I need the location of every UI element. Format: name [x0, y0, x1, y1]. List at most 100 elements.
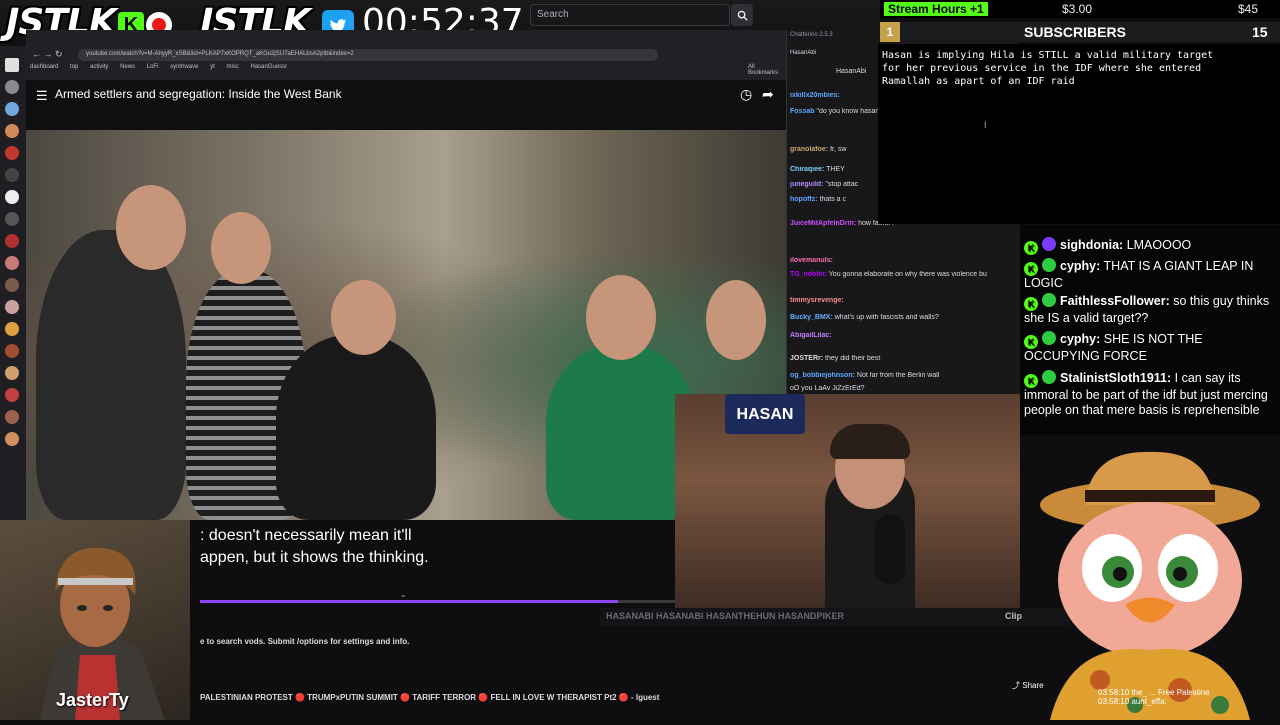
- chat-username[interactable]: FaithlessFollower:: [1060, 294, 1170, 308]
- chatterino-message: JOSTERr: they did their best: [790, 355, 1018, 362]
- bookmark-item[interactable]: LoFi: [147, 64, 159, 70]
- channel-avatar[interactable]: [5, 168, 19, 182]
- video-figure: [276, 335, 436, 520]
- kick-badge-icon: K: [1024, 241, 1038, 255]
- video-player[interactable]: [26, 130, 786, 520]
- chatterino-username[interactable]: hopoffz:: [790, 196, 818, 203]
- chatterino-username[interactable]: TG_ndolin:: [790, 271, 827, 278]
- subs-rank: 1: [880, 22, 900, 42]
- chatterino-text: You gonna elaborate on why there was vio…: [828, 271, 987, 278]
- channel-avatar[interactable]: [5, 432, 19, 446]
- chatterino-username[interactable]: ilovemanuls:: [790, 257, 833, 264]
- kick-badge-icon: K: [1024, 374, 1038, 388]
- playlist-icon[interactable]: ☰: [36, 88, 48, 104]
- bookmark-item[interactable]: misc: [226, 64, 238, 70]
- bottom-right-chat: 03:58:10 the_ ... Free Palestine 03:58:1…: [1098, 688, 1278, 706]
- channel-avatar[interactable]: [5, 344, 19, 358]
- bookmark-item[interactable]: dashboard: [30, 64, 58, 70]
- bookmark-item[interactable]: HasanGuessr: [250, 64, 287, 70]
- channel-avatar[interactable]: [5, 410, 19, 424]
- role-badge-icon: [1042, 258, 1056, 272]
- video-caption: : doesn't necessarily mean it'll appen, …: [200, 525, 429, 569]
- bookmark-item[interactable]: synthwave: [170, 64, 198, 70]
- channel-avatar[interactable]: [5, 102, 19, 116]
- avatar-name: JasterTy: [56, 690, 129, 710]
- chatterino-tab[interactable]: HasanAbi: [790, 50, 816, 56]
- caption-line: : doesn't necessarily mean it'll: [200, 527, 412, 544]
- role-badge-icon: [1042, 293, 1056, 307]
- chatterino-message: oO you LaAv JiZzErEd?: [790, 385, 1018, 392]
- video-figure-head: [586, 275, 656, 360]
- chatterino-message: og_bobbiejohnson: Not far from the Berli…: [790, 372, 1018, 379]
- bookmark-item[interactable]: top: [70, 64, 78, 70]
- chatterino-username[interactable]: Chiraqiee:: [790, 166, 824, 173]
- chat-username[interactable]: sighdonia:: [1060, 238, 1123, 252]
- chatterino-text: they did their best: [825, 355, 881, 362]
- channel-avatar[interactable]: [5, 80, 19, 94]
- chat-line: 03:58:10 aunt_effa:: [1098, 697, 1167, 706]
- channel-avatar[interactable]: [5, 256, 19, 270]
- subs-count: 15: [1252, 24, 1268, 40]
- chatterino-message: ilovemanuls:: [790, 257, 1018, 264]
- chatterino-username[interactable]: timmysrevenge:: [790, 297, 844, 304]
- chatterino-text: THEY: [826, 166, 845, 173]
- channel-avatar[interactable]: [5, 124, 19, 138]
- socials-text: HASANABI HASANABI HASANTHEHUN HASANDPIKE…: [606, 611, 845, 621]
- chatterino-username[interactable]: JOSTERr:: [790, 355, 823, 362]
- bookmark-item[interactable]: yt: [210, 64, 215, 70]
- chat-message: K StalinistSloth1911: I can say its immor…: [1024, 370, 1276, 418]
- share-arrow-icon[interactable]: ➦: [762, 86, 774, 103]
- clip-button[interactable]: Clip: [1005, 611, 1022, 621]
- chatterino-text: what's up with fascists and walls?: [834, 314, 939, 321]
- bookmark-item[interactable]: News: [120, 64, 135, 70]
- channel-avatar[interactable]: [5, 388, 19, 402]
- chevron-down-icon[interactable]: ⌄: [400, 590, 407, 599]
- chat-hint-text: e to search vods. Submit /options for se…: [200, 637, 410, 646]
- video-figure: [36, 230, 186, 520]
- channel-avatar[interactable]: [5, 190, 19, 204]
- kick-badge-icon: K: [1024, 297, 1038, 311]
- chatterino-username[interactable]: granolafoe:: [790, 146, 828, 153]
- chatterino-username[interactable]: Bucky_BMX:: [790, 314, 833, 321]
- chatterino-username[interactable]: juneguild:: [790, 181, 823, 188]
- socials-strip: HASANABI HASANABI HASANTHEHUN HASANDPIKE…: [600, 608, 1070, 626]
- chat-line: 03:58:10 the_ ... Free Palestine: [1098, 688, 1210, 697]
- channel-avatar[interactable]: [5, 300, 19, 314]
- channel-avatar[interactable]: [5, 322, 19, 336]
- address-bar[interactable]: youtube.com/watch?v=M-AhyyR_xSB&list=PLK…: [78, 49, 658, 61]
- channel-avatar[interactable]: [5, 366, 19, 380]
- chat-username[interactable]: cyphy:: [1060, 259, 1100, 273]
- channel-avatar[interactable]: [5, 212, 19, 226]
- chat-username[interactable]: cyphy:: [1060, 332, 1100, 346]
- chatterino-text: oO you LaAv JiZzErEd?: [790, 385, 865, 392]
- search-button[interactable]: [731, 4, 753, 26]
- chatterino-username[interactable]: ixkillx20mbies:: [790, 92, 840, 99]
- video-title: Armed settlers and segregation: Inside t…: [55, 87, 342, 101]
- video-figure-head: [331, 280, 396, 355]
- all-bookmarks-link[interactable]: All Bookmarks: [748, 64, 778, 76]
- video-figure-head: [706, 280, 766, 360]
- chatterino-username[interactable]: AbigailLilac:: [790, 332, 832, 339]
- bookmark-item[interactable]: activity: [90, 64, 108, 70]
- role-badge-icon: [1042, 331, 1056, 345]
- chat-username[interactable]: StalinistSloth1911:: [1060, 371, 1171, 385]
- channel-avatar[interactable]: [5, 146, 19, 160]
- search-input[interactable]: Search: [530, 4, 730, 26]
- notes-text: Hasan is implying Hila is STILL a valid …: [882, 50, 1214, 87]
- kick-badge-icon: K: [1024, 335, 1038, 349]
- webcam-feed: HASAN: [675, 394, 1020, 614]
- heart-icon[interactable]: [5, 58, 19, 72]
- browser-nav-buttons[interactable]: ← → ↻: [32, 49, 72, 61]
- streamer-hair: [830, 424, 910, 459]
- channel-avatar[interactable]: [5, 278, 19, 292]
- role-badge-icon: [1042, 370, 1056, 384]
- chat-message: Ksighdonia: LMAOOOO: [1024, 237, 1276, 255]
- clock-icon[interactable]: ◷: [740, 86, 752, 103]
- chatterino-username[interactable]: Fossab: [790, 108, 815, 115]
- chatterino-username[interactable]: og_bobbiejohnson:: [790, 372, 855, 379]
- chat-message: K FaithlessFollower: so this guy thinks s…: [1024, 293, 1276, 326]
- channel-avatar[interactable]: [5, 234, 19, 248]
- chatterino-username[interactable]: JuiceMitApfelnDrin:: [790, 220, 856, 227]
- twitch-side-nav: [0, 46, 26, 520]
- chatterino-message: TG_ndolin: You gonna elaborate on why th…: [790, 271, 1018, 278]
